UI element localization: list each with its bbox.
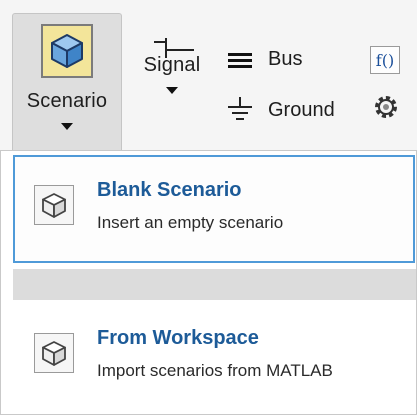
menu-item-text: From Workspace Import scenarios from MAT… [97,327,333,381]
menu-item-text: Blank Scenario Insert an empty scenario [97,179,283,233]
bus-icon [228,52,252,68]
menu-separator [13,269,416,300]
scenario-dropdown-arrow-icon[interactable] [61,123,73,130]
menu-item-title: From Workspace [97,327,259,349]
scenario-dropdown-menu: Blank Scenario Insert an empty scenario … [0,150,417,415]
function-icon[interactable]: f() [370,46,400,74]
signal-label: Signal [143,54,201,76]
cube-icon [34,185,74,225]
menu-item-title: Blank Scenario [97,179,242,201]
ground-label: Ground [268,98,335,121]
signal-dropdown-arrow-icon[interactable] [166,87,178,94]
scenario-button[interactable]: Scenario [12,13,122,155]
menu-item-blank-scenario[interactable]: Blank Scenario Insert an empty scenario [13,155,415,263]
gear-icon[interactable] [372,93,400,121]
menu-item-description: Import scenarios from MATLAB [97,361,333,380]
cube-icon [34,333,74,373]
menu-item-description: Insert an empty scenario [97,213,284,232]
bus-label: Bus [268,48,303,70]
ground-button[interactable]: Ground [226,95,335,125]
toolstrip: Scenario Signal Bus Ground f() [0,0,417,155]
app-root: Scenario Signal Bus Ground f() Blank Sce… [0,0,417,415]
ground-icon [228,97,252,120]
bus-button[interactable]: Bus [226,48,302,71]
signal-button[interactable]: Signal [132,30,212,150]
scenario-cube-icon [41,24,93,78]
scenario-label: Scenario [26,90,108,112]
menu-item-from-workspace[interactable]: From Workspace Import scenarios from MAT… [13,309,415,415]
